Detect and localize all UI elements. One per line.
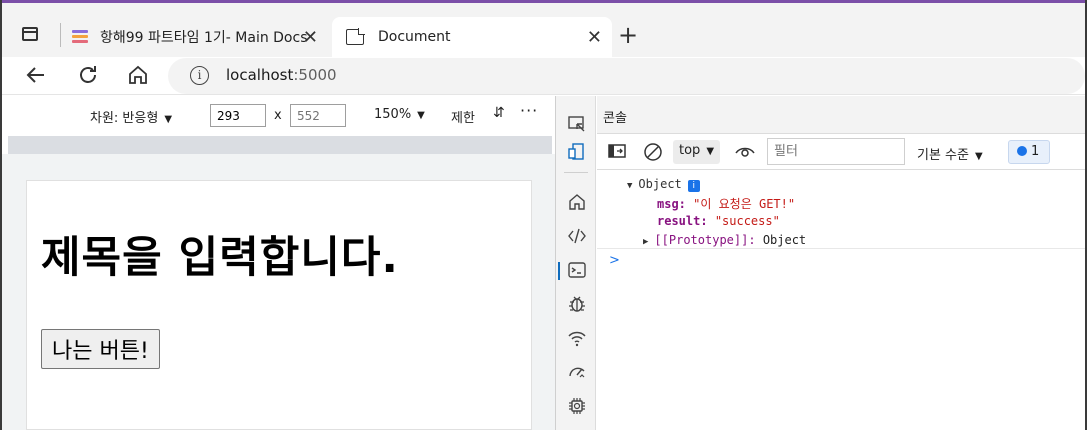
window-frame: [0, 0, 1087, 430]
